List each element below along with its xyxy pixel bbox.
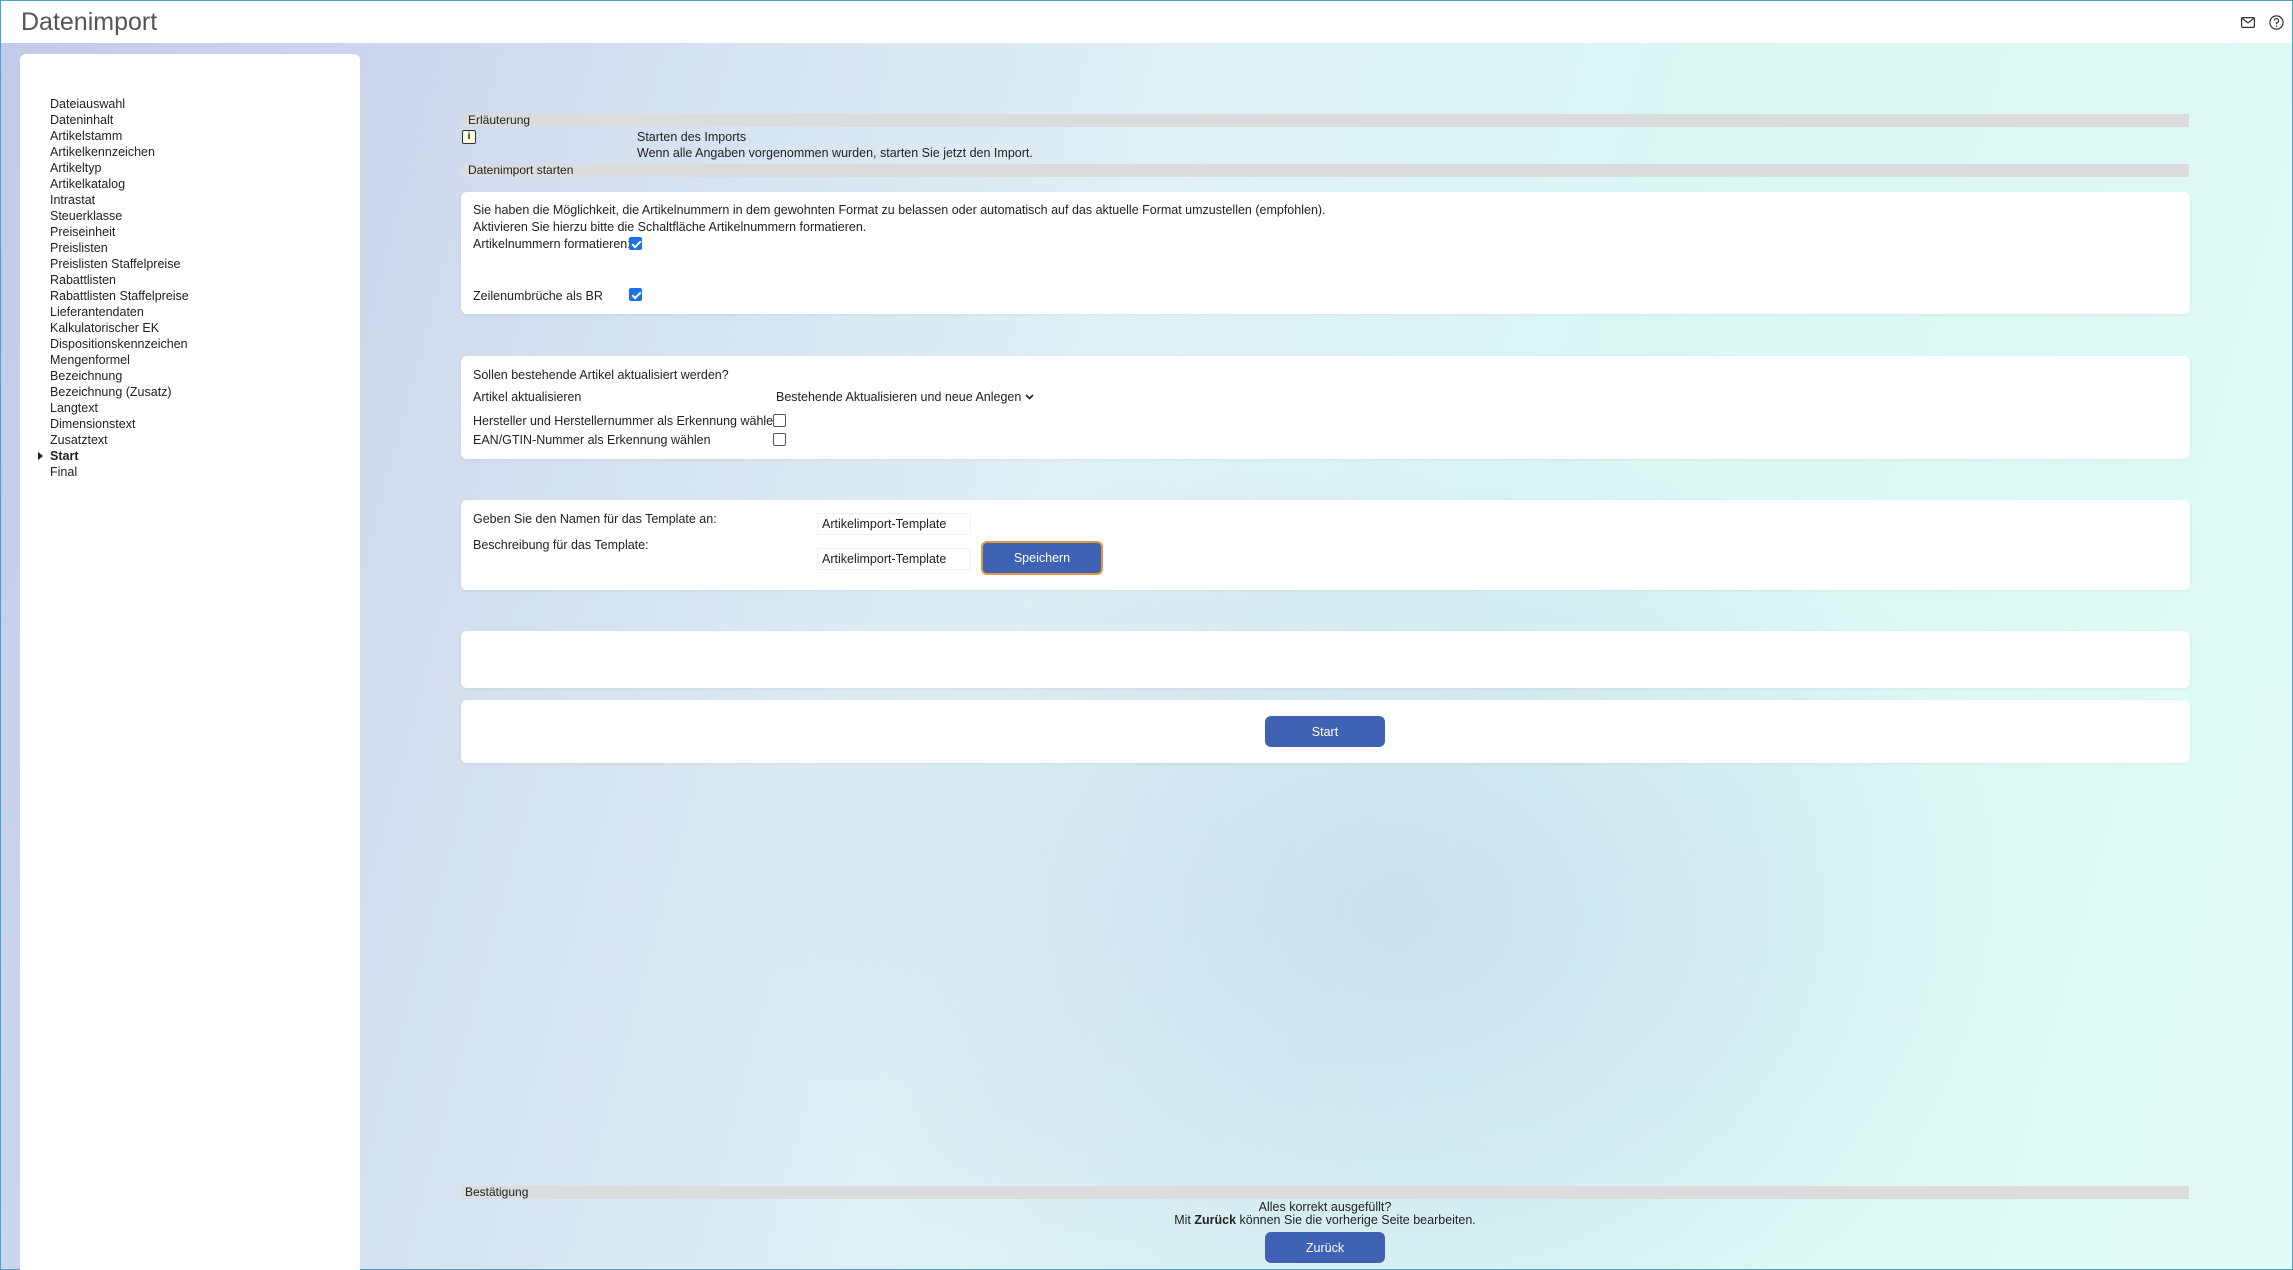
empty-panel [461, 631, 2190, 688]
explanation-text: Wenn alle Angaben vorgenommen wurden, st… [637, 146, 1033, 160]
template-desc-input[interactable] [817, 548, 971, 570]
ean-checkbox[interactable] [773, 433, 786, 446]
sidebar-item-label: Dateninhalt [50, 113, 114, 127]
sidebar-item-label: Preislisten [50, 241, 108, 255]
sidebar-item-rabattlisten[interactable]: Rabattlisten [50, 272, 189, 288]
template-panel [461, 500, 2190, 590]
active-arrow-icon [38, 452, 43, 460]
update-select-value: Bestehende Aktualisieren und neue Anlege… [776, 390, 1022, 404]
explanation-title: Starten des Imports [637, 130, 747, 144]
sidebar-item-preislisten-staffelpreise[interactable]: Preislisten Staffelpreise [50, 256, 189, 272]
sidebar: Dateiauswahl Dateninhalt Artikelstamm Artik… [20, 54, 360, 1270]
info-icon: i [462, 130, 476, 144]
sidebar-item-label: Steuerklasse [50, 209, 123, 223]
sidebar-item-preislisten[interactable]: Preislisten [50, 240, 189, 256]
format-checkbox[interactable] [629, 237, 642, 250]
sidebar-item-label: Dateiauswahl [50, 97, 126, 111]
confirmation-header: Bestätigung [462, 1186, 2189, 1199]
sidebar-item-bezeichnung-zusatz[interactable]: Bezeichnung (Zusatz) [50, 384, 189, 400]
chevron-down-icon [1025, 394, 1034, 400]
mail-icon[interactable] [2239, 13, 2257, 31]
sidebar-item-steuerklasse[interactable]: Steuerklasse [50, 208, 189, 224]
format-info-line1: Sie haben die Möglichkeit, die Artikelnu… [473, 203, 1326, 217]
format-info-line2: Aktivieren Sie hierzu bitte die Schaltfl… [473, 220, 867, 234]
linebreak-checkbox[interactable] [629, 288, 642, 301]
linebreak-label: Zeilenumbrüche als BR [473, 289, 603, 303]
template-name-input[interactable] [817, 513, 971, 535]
sidebar-item-dimensionstext[interactable]: Dimensionstext [50, 416, 189, 432]
sidebar-item-rabattlisten-staffelpreise[interactable]: Rabattlisten Staffelpreise [50, 288, 189, 304]
confirmation-question: Alles korrekt ausgefüllt? [1258, 1200, 1392, 1214]
update-label: Artikel aktualisieren [473, 390, 582, 404]
sidebar-item-artikelkatalog[interactable]: Artikelkatalog [50, 176, 189, 192]
sidebar-item-mengenformel[interactable]: Mengenformel [50, 352, 189, 368]
sidebar-item-lieferantendaten[interactable]: Lieferantendaten [50, 304, 189, 320]
help-icon[interactable] [2267, 13, 2285, 31]
sidebar-item-bezeichnung[interactable]: Bezeichnung [50, 368, 189, 384]
confirmation-hint-bold: Zurück [1194, 1213, 1237, 1227]
update-select[interactable]: Bestehende Aktualisieren und neue Anlege… [776, 390, 1034, 404]
sidebar-item-label: Rabattlisten [50, 273, 117, 287]
manufacturer-checkbox[interactable] [773, 414, 786, 427]
start-section-header: Datenimport starten [462, 164, 2189, 177]
sidebar-item-label: Rabattlisten Staffelpreise [50, 289, 189, 303]
start-button[interactable]: Start [1265, 716, 1385, 747]
sidebar-item-label: Dispositionskennzeichen [50, 337, 188, 351]
app-header: Datenimport [1, 1, 2292, 43]
sidebar-item-label: Artikelstamm [50, 129, 123, 143]
sidebar-nav: Dateiauswahl Dateninhalt Artikelstamm Artik… [38, 96, 189, 480]
template-desc-label: Beschreibung für das Template: [473, 538, 649, 552]
sidebar-item-artikelstamm[interactable]: Artikelstamm [50, 128, 189, 144]
sidebar-item-label: Bezeichnung [50, 369, 123, 383]
sidebar-item-label: Preislisten Staffelpreise [50, 257, 181, 271]
save-button[interactable]: Speichern [981, 541, 1103, 575]
page-title: Datenimport [21, 8, 158, 36]
sidebar-item-label: Preiseinheit [50, 225, 116, 239]
back-button[interactable]: Zurück [1265, 1232, 1385, 1263]
sidebar-item-preiseinheit[interactable]: Preiseinheit [50, 224, 189, 240]
sidebar-item-label: Zusatztext [50, 433, 108, 447]
sidebar-item-label: Lieferantendaten [50, 305, 144, 319]
sidebar-item-label: Artikeltyp [50, 161, 102, 175]
sidebar-item-intrastat[interactable]: Intrastat [50, 192, 189, 208]
sidebar-item-final[interactable]: Final [50, 464, 189, 480]
explanation-header: Erläuterung [462, 114, 2189, 127]
update-question: Sollen bestehende Artikel aktualisiert w… [473, 368, 729, 382]
sidebar-item-label: Start [50, 449, 79, 463]
sidebar-item-zusatztext[interactable]: Zusatztext [50, 432, 189, 448]
sidebar-item-dateninhalt[interactable]: Dateninhalt [50, 112, 189, 128]
ean-label: EAN/GTIN-Nummer als Erkennung wählen [473, 433, 711, 447]
sidebar-item-label: Artikelkatalog [50, 177, 126, 191]
sidebar-item-label: Final [50, 465, 78, 479]
sidebar-item-label: Dimensionstext [50, 417, 136, 431]
sidebar-item-label: Mengenformel [50, 353, 130, 367]
sidebar-item-label: Kalkulatorischer EK [50, 321, 160, 335]
sidebar-item-label: Bezeichnung (Zusatz) [50, 385, 172, 399]
sidebar-item-label: Artikelkennzeichen [50, 145, 155, 159]
sidebar-item-label: Intrastat [50, 193, 96, 207]
sidebar-item-start[interactable]: Start [38, 448, 189, 464]
sidebar-item-kalkulatorischer-ek[interactable]: Kalkulatorischer EK [50, 320, 189, 336]
confirmation-hint: Mit Zurück können Sie die vorherige Seit… [1174, 1213, 1476, 1227]
sidebar-item-dateiauswahl[interactable]: Dateiauswahl [50, 96, 189, 112]
sidebar-item-langtext[interactable]: Langtext [50, 400, 189, 416]
sidebar-item-label: Langtext [50, 401, 98, 415]
manufacturer-label: Hersteller und Herstellernummer als Erke… [473, 414, 781, 428]
format-label: Artikelnummern formatieren: [473, 237, 631, 251]
sidebar-item-dispositionskennzeichen[interactable]: Dispositionskennzeichen [50, 336, 189, 352]
template-name-label: Geben Sie den Namen für das Template an: [473, 512, 717, 526]
sidebar-item-artikelkennzeichen[interactable]: Artikelkennzeichen [50, 144, 189, 160]
sidebar-item-artikeltyp[interactable]: Artikeltyp [50, 160, 189, 176]
